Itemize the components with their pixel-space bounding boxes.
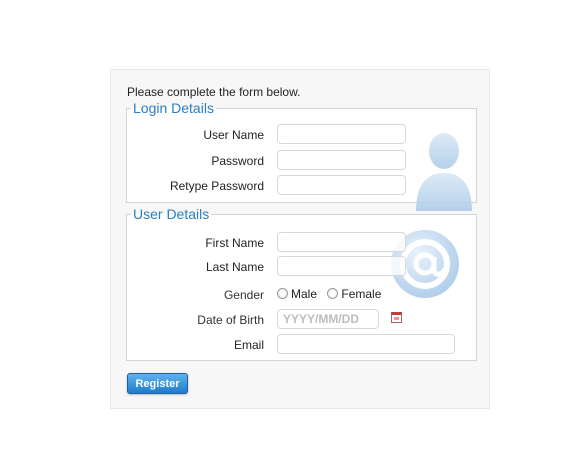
male-radio[interactable] — [277, 288, 288, 299]
username-input[interactable] — [277, 124, 406, 144]
email-label: Email — [233, 338, 264, 352]
form-intro: Please complete the form below. — [127, 85, 301, 99]
first-name-input[interactable] — [277, 232, 406, 252]
login-details-fieldset: Login Details User Name Password Retype … — [126, 100, 477, 211]
username-row: User Name — [127, 124, 476, 146]
first-name-label: First Name — [205, 236, 264, 250]
user-details-fieldset: User Details First Name Last Name Gender — [126, 207, 477, 361]
retype-password-input[interactable] — [277, 175, 406, 195]
last-name-input[interactable] — [277, 256, 406, 276]
retype-password-label: Retype Password — [169, 179, 264, 193]
retype-password-row: Retype Password — [127, 175, 476, 197]
user-details-legend: User Details — [133, 206, 210, 222]
calendar-icon[interactable] — [391, 312, 402, 323]
password-input[interactable] — [277, 150, 406, 170]
date-of-birth-row: Date of Birth — [127, 309, 476, 331]
male-label: Male — [291, 287, 318, 301]
last-name-label: Last Name — [205, 260, 264, 274]
email-input[interactable] — [277, 334, 455, 354]
date-of-birth-input[interactable] — [277, 309, 379, 329]
registration-form: Please complete the form below. Login De… — [110, 69, 490, 409]
female-label: Female — [341, 287, 382, 301]
register-button[interactable]: Register — [127, 373, 188, 394]
password-row: Password — [127, 150, 476, 172]
last-name-row: Last Name — [127, 256, 476, 278]
gender-options: Male Female — [277, 287, 388, 301]
login-details-legend: Login Details — [133, 100, 214, 116]
gender-label: Gender — [223, 288, 264, 302]
email-row: Email — [127, 334, 476, 356]
gender-male-option[interactable]: Male — [277, 287, 317, 301]
username-label: User Name — [203, 128, 264, 142]
gender-row: Gender Male Female — [127, 284, 476, 306]
password-label: Password — [211, 154, 264, 168]
date-of-birth-label: Date of Birth — [197, 313, 264, 327]
first-name-row: First Name — [127, 232, 476, 254]
female-radio[interactable] — [327, 288, 339, 299]
gender-female-option[interactable]: Female — [327, 287, 381, 301]
